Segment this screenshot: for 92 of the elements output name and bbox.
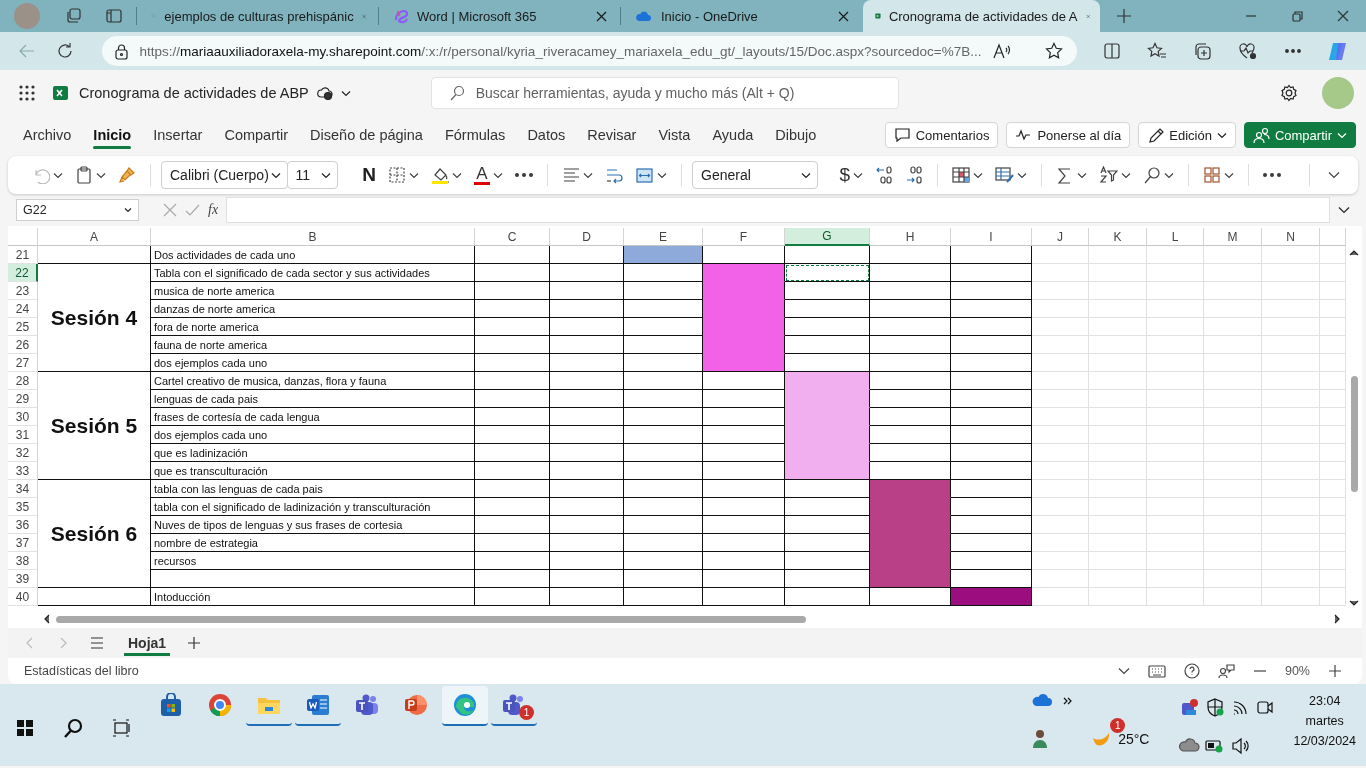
menu-tab[interactable]: Dibujo: [764, 119, 828, 151]
table-cell: Cartel creativo de musica, danzas, flora y fauna: [151, 372, 475, 390]
row-header[interactable]: 26: [8, 336, 38, 354]
row-header[interactable]: 32: [8, 444, 38, 462]
column-header[interactable]: K: [1089, 228, 1147, 246]
sheet-tab[interactable]: Hoja1: [124, 630, 171, 656]
column-header[interactable]: A: [38, 228, 151, 246]
row-header[interactable]: 28: [8, 372, 38, 390]
notification-badge: 1: [519, 705, 534, 720]
comments-button[interactable]: Comentarios: [884, 122, 999, 148]
table-cell: frases de cortesía de cada lengua: [151, 408, 475, 426]
table-cell: recursos: [151, 552, 475, 570]
row-header[interactable]: 25: [8, 318, 38, 336]
column-header[interactable]: G: [785, 228, 870, 246]
column-header[interactable]: J: [1032, 228, 1089, 246]
row-header[interactable]: 29: [8, 390, 38, 408]
table-cell: Dos actividades de cada uno: [151, 246, 475, 264]
editing-mode-button[interactable]: Edición: [1138, 122, 1236, 148]
menu-tab[interactable]: Diseño de página: [299, 119, 434, 151]
table-cell: musica de norte america: [151, 282, 475, 300]
session-label: Sesión 4: [50, 305, 138, 330]
menu-tab[interactable]: Archivo: [12, 119, 83, 151]
column-header[interactable]: B: [151, 228, 475, 246]
menu-tab[interactable]: Fórmulas: [433, 119, 517, 151]
browser-tab[interactable]: Word | Microsoft 365: [381, 0, 618, 32]
insert-function-button[interactable]: fx: [208, 202, 219, 218]
menu-tab[interactable]: Inicio: [82, 119, 143, 151]
font-name-dropdown[interactable]: Calibri (Cuerpo): [161, 161, 288, 189]
menu-tab[interactable]: Compartir: [213, 119, 300, 151]
session-label: Sesión 5: [50, 413, 138, 438]
row-header[interactable]: 23: [8, 282, 38, 300]
menu-tab[interactable]: Revisar: [576, 119, 648, 151]
row-header[interactable]: 33: [8, 462, 38, 480]
column-header[interactable]: I: [951, 228, 1032, 246]
row-header[interactable]: 34: [8, 480, 38, 498]
table-cell: Tabla con el significado de cada sector y sus actividades: [151, 264, 475, 282]
table-cell: nombre de estrategia: [151, 534, 475, 552]
temperature[interactable]: 25°C: [1118, 731, 1150, 747]
table-cell: dos ejemplos cada uno: [151, 354, 475, 372]
name-box[interactable]: G22: [16, 199, 139, 221]
row-header[interactable]: 40: [8, 588, 38, 606]
row-header[interactable]: 39: [8, 570, 38, 588]
table-cell: tabla con las lenguas de cada pais: [151, 480, 475, 498]
bold-button[interactable]: N: [358, 160, 380, 190]
table-cell: Nuves de tipos de lenguas y sus frases de cortesia: [151, 516, 475, 534]
zoom-level[interactable]: 90%: [1284, 664, 1310, 678]
browser-tab[interactable]: Cronograma de actividades de A: [863, 0, 1100, 32]
table-cell: dos ejemplos cada uno: [151, 426, 475, 444]
column-header[interactable]: L: [1147, 228, 1204, 246]
teams-button[interactable]: 1: [491, 686, 537, 726]
menu-tab[interactable]: Ayuda: [701, 119, 765, 151]
row-header[interactable]: 31: [8, 426, 38, 444]
table-cell: Intoducción: [151, 588, 475, 606]
table-cell: que es ladinización: [151, 444, 475, 462]
table-cell: fora de norte america: [151, 318, 475, 336]
browser-tab[interactable]: ejemplos de culturas prehispánic: [139, 0, 376, 32]
row-header[interactable]: 27: [8, 354, 38, 372]
address-bar[interactable]: https://mariaauxiliadoraxela-my.sharepoint.com/:x:/r/personal/kyria_riveracamey_mariaxela_edu_gt/_layouts/15/Doc.aspx?sourcedoc=%7B...: [102, 36, 1077, 66]
menu-tab[interactable]: Insertar: [142, 119, 214, 151]
font-size-dropdown[interactable]: 11: [286, 161, 339, 189]
notification-badge: 1: [1110, 718, 1126, 733]
column-header[interactable]: N: [1262, 228, 1320, 246]
table-cell: fauna de norte america: [151, 336, 475, 354]
table-cell: tabla con el significado de ladinización y transculturación: [151, 498, 475, 516]
workbook-statistics[interactable]: Estadísticas del libro: [24, 664, 139, 678]
column-header[interactable]: C: [475, 228, 550, 246]
catch-up-button[interactable]: Ponerse al día: [1006, 122, 1131, 148]
search-field[interactable]: Buscar herramientas, ayuda y mucho más (Alt + Q): [430, 77, 899, 109]
currency-format-button[interactable]: $: [835, 160, 868, 190]
table-cell: danzas de norte america: [151, 300, 475, 318]
row-header[interactable]: 30: [8, 408, 38, 426]
number-format-dropdown[interactable]: General: [692, 161, 818, 189]
session-label: Sesión 6: [50, 521, 138, 546]
row-header[interactable]: 22: [8, 264, 38, 282]
clock[interactable]: 23:04 martes 12/03/2024: [1277, 684, 1366, 766]
column-header[interactable]: H: [870, 228, 951, 246]
font-color-button[interactable]: A: [470, 160, 507, 190]
column-header[interactable]: M: [1204, 228, 1262, 246]
row-header[interactable]: 38: [8, 552, 38, 570]
browser-tab[interactable]: Inicio - OneDrive: [623, 0, 860, 32]
document-title[interactable]: Cronograma de actividades de ABP: [79, 85, 309, 101]
menu-tab[interactable]: Datos: [516, 119, 577, 151]
table-cell: lenguas de cada pais: [151, 390, 475, 408]
row-header[interactable]: 36: [8, 516, 38, 534]
share-button[interactable]: Compartir: [1243, 122, 1356, 148]
row-header[interactable]: 24: [8, 300, 38, 318]
address-url: https://mariaauxiliadoraxela-my.sharepoint.com/:x:/r/personal/kyria_riveracamey_mariaxela_edu_gt/_layouts/15/Doc.aspx?sourcedoc=%7B...: [139, 43, 982, 59]
table-cell: que es transculturación: [151, 462, 475, 480]
row-header[interactable]: 37: [8, 534, 38, 552]
row-header[interactable]: 35: [8, 498, 38, 516]
menu-tab[interactable]: Vista: [647, 119, 702, 151]
column-header[interactable]: D: [550, 228, 624, 246]
